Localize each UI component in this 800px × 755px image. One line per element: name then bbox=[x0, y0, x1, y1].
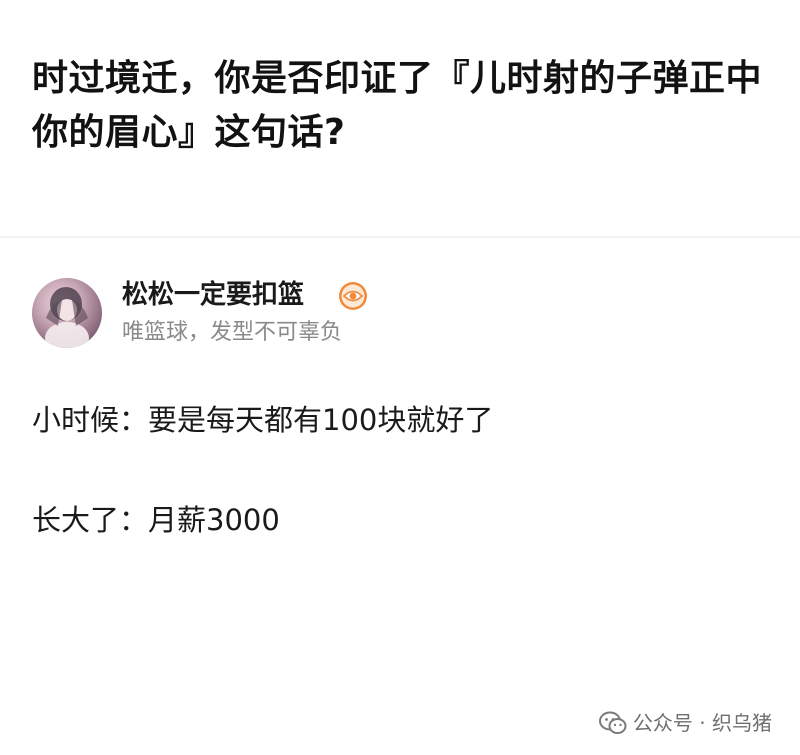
author-name[interactable]: 松松一定要扣篮 bbox=[122, 278, 304, 312]
eye-badge-icon bbox=[338, 281, 368, 311]
divider bbox=[0, 236, 800, 238]
question-title[interactable]: 时过境迁，你是否印证了『儿时射的子弹正中你的眉心』这句话? bbox=[32, 52, 772, 160]
answer-line-1: 小时候：要是每天都有100块就好了 bbox=[32, 403, 494, 437]
answer-line-2: 长大了：月薪3000 bbox=[32, 503, 280, 537]
watermark: 公众号 · 织乌猪 bbox=[598, 708, 772, 738]
watermark-text: 公众号 · 织乌猪 bbox=[632, 711, 772, 735]
author-bio: 唯篮球，发型不可辜负 bbox=[122, 320, 343, 345]
wechat-icon bbox=[598, 711, 627, 734]
avatar[interactable] bbox=[32, 278, 102, 348]
